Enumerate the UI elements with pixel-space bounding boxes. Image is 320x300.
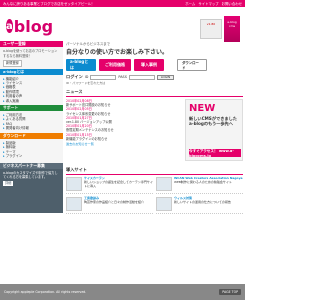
news-section: 2010年02月08日 新サポート窓口開設のお知らせ 2010年02月05日 ラ…: [66, 99, 243, 161]
case-text: 工房歌詠み 陶芸作家の作品紹介と日々の制作活動を紹介: [84, 196, 145, 211]
sidebar-download-list: 製品版 無料版 テーマ プラグイン: [0, 138, 63, 163]
news-title-text[interactable]: 新機能プラグインのお知らせ: [66, 137, 181, 141]
cases-title: 導入サイト: [66, 167, 243, 175]
promo-banner[interactable]: NEW 新しいCMSができました a-blogのもう一歩先へ 今すぐアクセス！ …: [185, 99, 243, 161]
top-link-contact[interactable]: お問い合わせ: [222, 1, 242, 6]
case-thumbnail[interactable]: [156, 177, 172, 191]
id-input[interactable]: [90, 74, 117, 80]
sidebar-user-box: a-blogを使ってお店のプロモーションするなら無料登録！ 新規登録: [0, 47, 63, 69]
version-text: v1.80: [206, 22, 216, 26]
site-logo[interactable]: a blog: [6, 15, 54, 37]
action-buttons: a-blogとは ご利用価格 導入事例 ダウンロード: [66, 59, 243, 71]
price-button[interactable]: ご利用価格: [99, 59, 131, 71]
case-item[interactable]: WCAN Web Creators Association Nagoya WEB…: [156, 176, 243, 194]
download-button[interactable]: ダウンロード: [177, 59, 207, 71]
top-link-sitemap[interactable]: サイトマップ: [198, 1, 218, 6]
cases-grid: ケイスカーテン 新しいショップの誕生を記念してカーテン専門サイトに導入 WCAN…: [66, 176, 243, 214]
sidebar-user-description: a-blogを使ってお店のプロモーションするなら無料登録！: [3, 49, 58, 58]
site-footer: Copyright appleple Corporation. All righ…: [0, 284, 245, 300]
intro-text: パーソナルからビジネスまで: [66, 42, 111, 46]
promo-new-badge: NEW: [189, 103, 216, 114]
news-item[interactable]: 2010年01月20日 夜間定期メンテナンスのお知らせ: [66, 124, 181, 132]
case-text: ウィルス対策 新しいサイトの運用の仕方についての報告: [174, 196, 231, 211]
forgot-password-link[interactable]: ID・パスワードを忘れた方は: [66, 81, 243, 85]
about-blog-button[interactable]: a-blogとは: [66, 59, 96, 71]
case-thumbnail[interactable]: [66, 177, 82, 191]
sidebar: ユーザー登録 a-blogを使ってお店のプロモーションするなら無料登録！ 新規登…: [0, 41, 63, 283]
product-box-text: a-blog cms: [227, 20, 237, 28]
case-item[interactable]: ケイスカーテン 新しいショップの誕生を記念してカーテン専門サイトに導入: [66, 176, 153, 194]
sidebar-about-item[interactable]: 導入実績: [3, 99, 60, 103]
login-form: ログイン ID PASS LOGIN: [66, 74, 243, 80]
top-bar: みんなに誇りある事業とブログでお店をゼッタイアピール！ ホーム サイトマップ お…: [0, 0, 245, 7]
logo-text: blog: [13, 16, 54, 36]
version-badge: v1.80: [200, 19, 222, 39]
top-link-home[interactable]: ホーム: [185, 1, 195, 6]
site-header: a blog v1.80 a-blog cms: [0, 7, 245, 42]
partner-detail-button[interactable]: 詳細: [3, 181, 14, 186]
sidebar-support-item[interactable]: 開発者向け情報: [3, 126, 60, 130]
top-links: ホーム サイトマップ お問い合わせ: [185, 1, 242, 6]
login-label: ログイン: [66, 74, 83, 79]
case-button[interactable]: 導入事例: [134, 59, 164, 71]
intro-title: 自分なりの使い方でお楽しみ下さい。: [66, 49, 169, 56]
case-desc: WEB制作に関わる人のための勉強会サイト: [174, 179, 232, 184]
case-thumbnail[interactable]: [66, 197, 82, 211]
news-item[interactable]: 2010年01月15日 新機能プラグインのお知らせ: [66, 133, 181, 141]
case-thumbnail[interactable]: [156, 197, 172, 211]
copyright-text: Copyright appleple Corporation. All righ…: [4, 290, 87, 294]
news-item[interactable]: 2010年01月27日 ver.1.80 バージョンアップ公開: [66, 116, 181, 124]
sidebar-support-list: ご利用方法 よくある質問 FAQ 開発者向け情報: [0, 110, 63, 133]
product-box-image: a-blog cms: [224, 16, 240, 42]
logo-a-icon: a: [6, 19, 13, 33]
password-input[interactable]: [128, 74, 155, 80]
case-text: WCAN Web Creators Association Nagoya WEB…: [174, 176, 243, 191]
sidebar-partner-description: a-blogのカスタマイズや制作で協力してくれる方を募集しています。: [3, 170, 58, 180]
case-item[interactable]: ウィルス対策 新しいサイトの運用の仕方についての報告: [156, 196, 243, 214]
sidebar-download-item[interactable]: プラグイン: [3, 154, 60, 158]
pass-label: PASS: [118, 75, 127, 79]
id-label: ID: [84, 75, 89, 79]
news-list: 2010年02月08日 新サポート窓口開設のお知らせ 2010年02月05日 ラ…: [66, 99, 181, 161]
news-item[interactable]: 2010年02月05日 ライセンス体系変更のお知らせ: [66, 107, 181, 115]
news-more-link[interactable]: 過去のお知らせ一覧: [66, 142, 181, 146]
news-title: ニュース: [66, 89, 243, 97]
case-desc: 新しいサイトの運用の仕方についての報告: [174, 199, 231, 204]
top-tagline: みんなに誇りある事業とブログでお店をゼッタイアピール！: [3, 2, 95, 6]
case-text: ケイスカーテン 新しいショップの誕生を記念してカーテン専門サイトに導入: [84, 176, 153, 191]
page-top-button[interactable]: PAGE TOP: [219, 289, 241, 295]
login-button[interactable]: LOGIN: [156, 74, 175, 80]
case-item[interactable]: 工房歌詠み 陶芸作家の作品紹介と日々の制作活動を紹介: [66, 196, 153, 214]
promo-link[interactable]: 今すぐアクセス！ www.a-blogcms.jp: [189, 149, 241, 158]
main-content: パーソナルからビジネスまで 自分なりの使い方でお楽しみ下さい。 a-blogとは…: [66, 41, 243, 283]
sidebar-about-list: 機能紹介 ライセンス 価格表 動作環境 利用者の声 導入実績: [0, 74, 63, 105]
case-desc: 新しいショップの誕生を記念してカーテン専門サイトに導入: [84, 179, 153, 188]
register-button[interactable]: 新規登録: [3, 60, 22, 67]
case-desc: 陶芸作家の作品紹介と日々の制作活動を紹介: [84, 199, 145, 204]
sidebar-partner-box: a-blogのカスタマイズや制作で協力してくれる方を募集しています。 詳細: [0, 168, 63, 213]
promo-text: 新しいCMSができました a-blogのもう一歩先へ: [189, 116, 237, 126]
